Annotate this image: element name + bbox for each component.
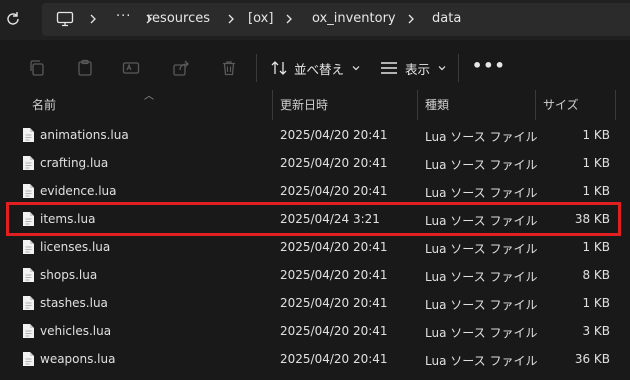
lua-file-icon (23, 240, 34, 254)
column-header-modified[interactable]: 更新日時 (280, 96, 328, 113)
file-name: animations.lua (40, 128, 129, 142)
lua-file-icon (23, 268, 34, 282)
file-size: 1 KB (582, 184, 610, 198)
list-item[interactable]: shops.lua 2025/04/20 20:41 Lua ソース ファイル … (0, 261, 630, 289)
file-size: 1 KB (582, 156, 610, 170)
file-size: 1 KB (582, 296, 610, 310)
list-item[interactable]: stashes.lua 2025/04/20 20:41 Lua ソース ファイ… (0, 289, 630, 317)
column-header-type[interactable]: 種類 (425, 96, 449, 113)
file-type: Lua ソース ファイル (425, 242, 538, 256)
file-modified: 2025/04/20 20:41 (280, 296, 388, 310)
chevron-right-icon[interactable] (224, 12, 238, 26)
list-item[interactable]: animations.lua 2025/04/20 20:41 Lua ソース … (0, 121, 630, 149)
chevron-down-icon (438, 66, 446, 71)
file-type: Lua ソース ファイル (425, 270, 538, 284)
view-button[interactable]: 表示 (379, 57, 454, 79)
breadcrumb-overflow[interactable]: ··· (116, 9, 131, 24)
file-size: 8 KB (582, 268, 610, 282)
lua-file-icon (23, 184, 34, 198)
file-type: Lua ソース ファイル (425, 298, 538, 312)
list-item[interactable]: weapons.lua 2025/04/20 20:41 Lua ソース ファイ… (0, 345, 630, 373)
file-name: weapons.lua (40, 352, 116, 366)
column-divider[interactable] (272, 90, 273, 120)
lua-file-icon (23, 296, 34, 310)
sort-button-label: 並べ替え (294, 61, 345, 77)
file-name: licenses.lua (40, 240, 111, 254)
file-modified: 2025/04/20 20:41 (280, 128, 388, 142)
breadcrumb-item-resources[interactable]: resources (147, 11, 210, 26)
file-type: Lua ソース ファイル (425, 186, 538, 200)
address-bar: ··· resources [ox] ox_inventory data (0, 0, 630, 40)
file-size: 1 KB (582, 240, 610, 254)
sort-button[interactable]: 並べ替え (270, 57, 368, 79)
breadcrumb-item-data[interactable]: data (432, 11, 461, 26)
toolbar-divider (256, 54, 257, 82)
file-modified: 2025/04/20 20:41 (280, 240, 388, 254)
file-modified: 2025/04/20 20:41 (280, 156, 388, 170)
toolbar-divider (458, 54, 459, 82)
file-name: crafting.lua (40, 156, 109, 170)
breadcrumb-item-ox[interactable]: [ox] (248, 11, 273, 26)
file-type: Lua ソース ファイル (425, 158, 538, 172)
file-size: 1 KB (582, 128, 610, 142)
computer-icon[interactable] (56, 11, 74, 27)
file-name: evidence.lua (40, 184, 117, 198)
lua-file-icon (23, 324, 34, 338)
file-type: Lua ソース ファイル (425, 130, 538, 144)
paste-icon[interactable] (76, 59, 94, 77)
list-item[interactable]: evidence.lua 2025/04/20 20:41 Lua ソース ファ… (0, 177, 630, 205)
rename-icon[interactable] (122, 59, 140, 77)
column-divider[interactable] (535, 90, 536, 120)
more-options-button[interactable]: ••• (472, 56, 506, 75)
file-size: 36 KB (574, 352, 610, 366)
delete-icon[interactable] (220, 59, 238, 77)
copy-icon[interactable] (28, 59, 46, 77)
chevron-down-icon (352, 66, 360, 71)
share-icon[interactable] (172, 59, 190, 77)
file-name: vehicles.lua (40, 324, 112, 338)
file-modified: 2025/04/20 20:41 (280, 324, 388, 338)
chevron-right-icon[interactable] (282, 12, 296, 26)
chevron-right-icon[interactable] (86, 12, 100, 26)
view-button-label: 表示 (405, 61, 431, 77)
lua-file-icon (23, 128, 34, 142)
breadcrumb-item-ox-inventory[interactable]: ox_inventory (312, 11, 396, 26)
sort-icon (271, 61, 287, 75)
command-bar: 並べ替え 表示 ••• (0, 40, 630, 97)
file-modified: 2025/04/20 20:41 (280, 352, 388, 366)
view-icon (381, 62, 397, 74)
column-header: ︿ 名前 更新日時 種類 サイズ (0, 90, 630, 120)
column-header-name[interactable]: 名前 (32, 96, 56, 113)
file-modified: 2025/04/20 20:41 (280, 184, 388, 198)
column-header-size[interactable]: サイズ (543, 96, 579, 113)
file-type: Lua ソース ファイル (425, 354, 538, 368)
column-divider[interactable] (417, 90, 418, 120)
file-modified: 2025/04/20 20:41 (280, 268, 388, 282)
lua-file-icon (23, 156, 34, 170)
file-type: Lua ソース ファイル (425, 326, 538, 340)
sort-ascending-icon: ︿ (144, 91, 154, 102)
refresh-icon[interactable] (4, 10, 22, 28)
list-item[interactable]: licenses.lua 2025/04/20 20:41 Lua ソース ファ… (0, 233, 630, 261)
breadcrumb[interactable]: ··· resources [ox] ox_inventory data (42, 3, 630, 36)
list-item[interactable]: crafting.lua 2025/04/20 20:41 Lua ソース ファ… (0, 149, 630, 177)
file-explorer-window: ··· resources [ox] ox_inventory data 並べ替… (0, 0, 630, 380)
file-name: stashes.lua (40, 296, 108, 310)
highlight-box (6, 202, 621, 236)
file-name: shops.lua (40, 268, 98, 282)
chevron-right-icon[interactable] (404, 12, 418, 26)
lua-file-icon (23, 352, 34, 366)
column-divider[interactable] (615, 90, 616, 120)
list-item[interactable]: vehicles.lua 2025/04/20 20:41 Lua ソース ファ… (0, 317, 630, 345)
file-size: 3 KB (582, 324, 610, 338)
